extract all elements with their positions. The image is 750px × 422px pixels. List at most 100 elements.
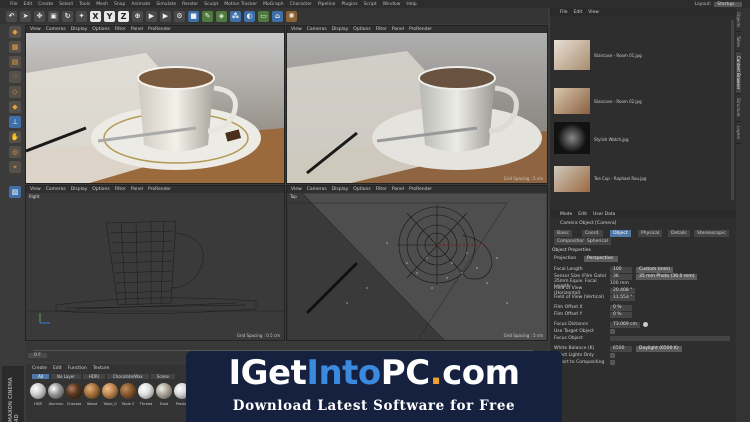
vp-menu-filter[interactable]: Filter <box>115 27 126 32</box>
menu-render[interactable]: Render <box>182 2 198 7</box>
mat-menu-function[interactable]: Function <box>68 366 87 371</box>
side-tab-layers[interactable]: Layers <box>736 122 741 145</box>
thumbnail[interactable] <box>554 166 590 192</box>
points-mode-icon[interactable]: ⁘ <box>9 71 21 83</box>
vp-menu-view[interactable]: View <box>291 187 302 192</box>
model-mode-icon[interactable]: ▦ <box>9 41 21 53</box>
vp-menu-view[interactable]: View <box>30 27 41 32</box>
side-tab-objects[interactable]: Objects <box>736 8 741 33</box>
tab-stereoscopic[interactable]: Stereoscopic <box>694 230 729 237</box>
prop-value[interactable]: 0 % <box>610 304 632 311</box>
vp-menu-options[interactable]: Options <box>92 27 109 32</box>
filter-scene[interactable]: Scene <box>150 374 175 379</box>
vp-menu-display[interactable]: Display <box>71 187 88 192</box>
menu-tools[interactable]: Tools <box>79 2 90 7</box>
vp-menu-panel[interactable]: Panel <box>392 27 404 32</box>
filter-no-layer[interactable]: No Layer <box>50 374 81 379</box>
prop-value[interactable]: 100 <box>610 266 632 273</box>
menu-window[interactable]: Window <box>383 2 401 7</box>
viewport-render[interactable]: View Cameras Display Options Filter Pane… <box>286 25 548 184</box>
material-swatch[interactable] <box>138 383 154 399</box>
menu-animate[interactable]: Animate <box>131 2 150 7</box>
prop-checkbox[interactable] <box>610 360 615 365</box>
projection-select[interactable]: Perspective <box>584 255 618 262</box>
menu-snap[interactable]: Snap <box>114 2 125 7</box>
render-picture-viewer-icon[interactable]: ▶ <box>160 10 171 22</box>
mat-menu-create[interactable]: Create <box>32 366 47 371</box>
menu-help[interactable]: Help <box>406 2 416 7</box>
menu-select[interactable]: Select <box>59 2 73 7</box>
vp-menu-prorender[interactable]: ProRender <box>148 187 171 192</box>
tab-composition[interactable]: Composition <box>554 238 589 245</box>
axis-x-button[interactable]: X <box>90 10 101 22</box>
material-swatch[interactable] <box>66 383 82 399</box>
axis-y-button[interactable]: Y <box>104 10 115 22</box>
menu-pipeline[interactable]: Pipeline <box>318 2 336 7</box>
vp-menu-prorender[interactable]: ProRender <box>409 27 432 32</box>
tab-basic[interactable]: Basic <box>554 230 572 237</box>
floor-icon[interactable]: ▭ <box>258 10 269 22</box>
vp-menu-view[interactable]: View <box>30 187 41 192</box>
prop-value[interactable]: 36 <box>610 273 632 280</box>
vp-menu-display[interactable]: Display <box>71 27 88 32</box>
material-swatch[interactable] <box>120 383 136 399</box>
vp-menu-options[interactable]: Options <box>353 187 370 192</box>
pick-icon[interactable] <box>643 322 649 327</box>
side-tab-content-browser[interactable]: Content Browser <box>736 52 741 95</box>
vp-menu-options[interactable]: Options <box>92 187 109 192</box>
vp-menu-display[interactable]: Display <box>332 187 349 192</box>
thumbnail[interactable] <box>554 122 590 154</box>
vp-menu-options[interactable]: Options <box>353 27 370 32</box>
material-swatch[interactable] <box>84 383 100 399</box>
texture-mode-icon[interactable]: ▤ <box>9 56 21 68</box>
vp-menu-view[interactable]: View <box>291 27 302 32</box>
viewport-right[interactable]: View Cameras Display Options Filter Pane… <box>25 185 285 341</box>
cb-menu-file[interactable]: File <box>560 10 568 15</box>
light-icon[interactable]: ✺ <box>286 10 297 22</box>
vp-menu-cameras[interactable]: Cameras <box>307 27 327 32</box>
vp-menu-panel[interactable]: Panel <box>131 27 143 32</box>
material-swatch[interactable] <box>48 383 64 399</box>
workplane-icon[interactable]: ▨ <box>9 186 21 198</box>
prop-value[interactable]: 0 % <box>610 311 632 318</box>
move-icon[interactable]: ✥ <box>34 10 45 22</box>
attr-menu-user-data[interactable]: User Data <box>593 212 615 217</box>
scale-icon[interactable]: ▣ <box>48 10 59 22</box>
attr-menu-mode[interactable]: Mode <box>560 212 572 217</box>
axis-z-button[interactable]: Z <box>118 10 129 22</box>
side-tab-takes[interactable]: Takes <box>736 32 741 53</box>
prop-link-field[interactable] <box>610 336 730 341</box>
camera-icon[interactable]: ⌂ <box>272 10 283 22</box>
vp-menu-filter[interactable]: Filter <box>376 187 387 192</box>
filter-all[interactable]: All <box>32 374 49 379</box>
menu-simulate[interactable]: Simulate <box>156 2 176 7</box>
menu-mograph[interactable]: MoGraph <box>263 2 283 7</box>
tab-coord[interactable]: Coord. <box>582 230 603 237</box>
viewport-perspective[interactable]: View Cameras Display Options Filter Pane… <box>25 25 285 184</box>
coordinate-system-icon[interactable]: ⊕ <box>132 10 143 22</box>
tab-details[interactable]: Details <box>668 230 690 237</box>
prop-select[interactable]: Custom (mm) <box>636 266 673 273</box>
pen-icon[interactable]: ✎ <box>202 10 213 22</box>
solo-icon[interactable]: ◎ <box>9 146 21 158</box>
rotate-icon[interactable]: ↻ <box>62 10 73 22</box>
tab-spherical[interactable]: Spherical <box>584 238 611 245</box>
recent-tools-icon[interactable]: ✦ <box>76 10 87 22</box>
snap-icon[interactable]: ⌖ <box>9 161 21 173</box>
vp-menu-cameras[interactable]: Cameras <box>307 187 327 192</box>
prop-select[interactable]: 35 mm Photo (36.0 mm) <box>636 273 698 280</box>
menu-mesh[interactable]: Mesh <box>96 2 108 7</box>
menu-motion-tracker[interactable]: Motion Tracker <box>224 2 257 7</box>
thumbnail[interactable] <box>554 88 590 114</box>
cube-icon[interactable]: ■ <box>188 10 199 22</box>
tweak-mode-icon[interactable]: ✋ <box>9 131 21 143</box>
prop-value[interactable]: 73.069 cm <box>610 321 641 328</box>
vp-menu-filter[interactable]: Filter <box>115 187 126 192</box>
material-swatch[interactable] <box>102 383 118 399</box>
vp-menu-panel[interactable]: Panel <box>392 187 404 192</box>
vp-menu-display[interactable]: Display <box>332 27 349 32</box>
menu-edit[interactable]: Edit <box>24 2 33 7</box>
polygons-mode-icon[interactable]: ◆ <box>9 101 21 113</box>
axis-mode-icon[interactable]: ⊥ <box>9 116 21 128</box>
scrollbar[interactable] <box>731 20 734 200</box>
